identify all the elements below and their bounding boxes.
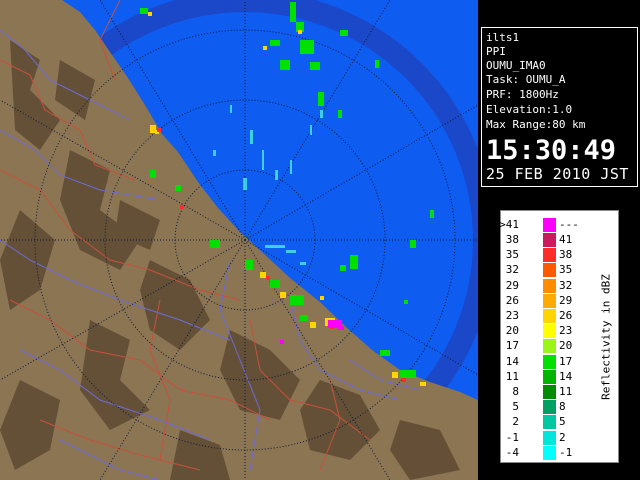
legend-lo-value: -4: [505, 445, 519, 459]
legend-hi-value: 32: [559, 278, 573, 292]
legend-swatch: [543, 339, 556, 354]
max-range-value: Max Range:80 km: [486, 118, 586, 131]
legend-hi-value: 2: [559, 430, 566, 444]
legend-lo-value: 32: [505, 263, 519, 277]
side-panel: ilts1 PPI OUMU_IMA0 Task: OUMU_A PRF: 18…: [478, 0, 640, 480]
legend-lo-value: 20: [505, 324, 519, 338]
legend-lo-value: 35: [505, 248, 519, 262]
legend-row: 20 23: [501, 323, 591, 339]
legend-lo-value: 38: [505, 233, 519, 246]
color-legend: >41 --- 38 41 35 38 32 35 29 32 26 29 23 26 20 23 17 20…: [499, 210, 619, 463]
legend-swatch: [543, 278, 556, 293]
legend-row: 17 20: [501, 338, 591, 354]
legend-hi-value: 29: [559, 293, 573, 307]
legend-row: 25: [501, 414, 591, 430]
legend-row: -1 2: [501, 430, 591, 445]
legend-unit-label: Reflectivity in dBZ: [599, 273, 613, 400]
legend-lo-value: 14: [505, 354, 519, 368]
product-name: OUMU_IMA0: [486, 59, 546, 72]
legend-lo-value: 23: [505, 309, 519, 322]
legend-swatch: [543, 445, 556, 460]
legend-swatch: [543, 233, 556, 247]
legend-swatch: [543, 354, 556, 369]
legend-row: 14 17: [501, 354, 591, 369]
legend-swatch: [543, 369, 556, 384]
legend-lo-value: 8: [512, 385, 519, 398]
legend-hi-value: -1: [559, 445, 573, 459]
legend-lo-value: 2: [512, 415, 519, 429]
legend-top-lo: >41: [499, 218, 519, 231]
legend-row: 35 38: [501, 247, 591, 263]
legend-swatch: [543, 218, 556, 232]
legend-hi-value: 8: [559, 400, 566, 414]
legend-swatch: [543, 263, 556, 278]
scan-date: 25 FEB 2010 JST: [486, 165, 629, 183]
task-name: Task: OUMU_A: [486, 73, 566, 86]
legend-row: -4 -1: [501, 445, 591, 460]
legend-lo-value: 11: [505, 369, 519, 383]
legend-swatch: [543, 415, 556, 430]
legend-swatch: [543, 309, 556, 323]
legend-hi-value: 41: [559, 233, 573, 246]
legend-row: 26 29: [501, 293, 591, 308]
legend-hi-value: 26: [559, 309, 573, 322]
legend-hi-value: 20: [559, 339, 573, 353]
legend-row: 38 41: [501, 232, 591, 247]
legend-hi-value: 14: [559, 369, 573, 383]
legend-lo-value: 5: [512, 400, 519, 414]
legend-row: 23 26: [501, 308, 591, 323]
legend-row-top: >41 ---: [499, 217, 591, 232]
legend-lo-value: 29: [505, 278, 519, 292]
legend-swatch: [543, 324, 556, 339]
legend-row: 58: [501, 399, 591, 415]
legend-swatch: [543, 293, 556, 308]
legend-hi-value: 38: [559, 248, 573, 262]
legend-lo-value: 26: [505, 293, 519, 307]
legend-swatch: [543, 430, 556, 445]
legend-row: 8 11: [501, 384, 591, 399]
legend-row: 32 35: [501, 262, 591, 278]
legend-swatch: [543, 400, 556, 415]
legend-swatch: [543, 248, 556, 263]
station-id: ilts1: [486, 31, 520, 44]
legend-swatch: [543, 385, 556, 399]
legend-hi-value: 17: [559, 354, 573, 368]
radar-map[interactable]: [0, 0, 478, 480]
legend-lo-value: -1: [505, 430, 519, 444]
scan-info-panel: ilts1 PPI OUMU_IMA0 Task: OUMU_A PRF: 18…: [481, 27, 638, 187]
legend-hi-value: 23: [559, 324, 573, 338]
prf-value: PRF: 1800Hz: [486, 88, 559, 101]
legend-lo-value: 17: [505, 339, 519, 353]
legend-top-hi: ---: [559, 218, 579, 231]
legend-hi-value: 35: [559, 263, 573, 277]
scan-mode: PPI: [486, 45, 506, 58]
legend-row: 29 32: [501, 278, 591, 293]
scan-time: 15:30:49: [486, 135, 617, 166]
legend-hi-value: 11: [559, 385, 573, 398]
legend-hi-value: 5: [559, 415, 566, 429]
elevation-value: Elevation:1.0: [486, 103, 573, 116]
legend-row: 11 14: [501, 369, 591, 384]
